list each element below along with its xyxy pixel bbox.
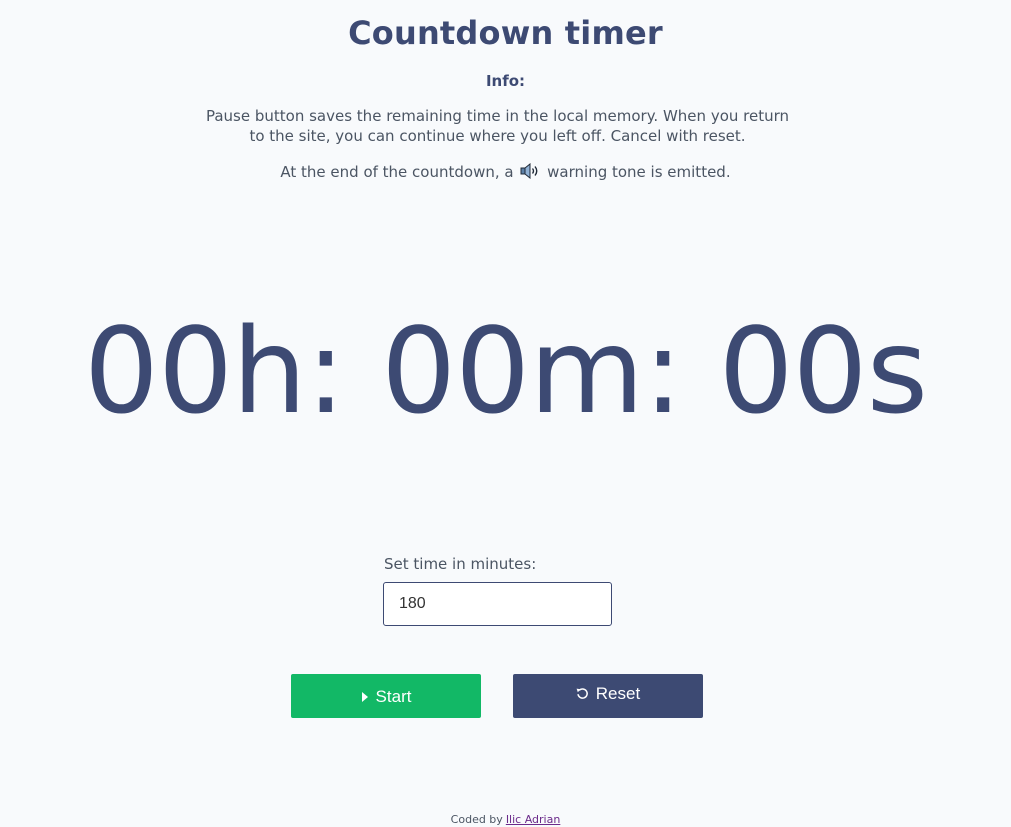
reset-icon — [576, 687, 589, 702]
reset-label: Reset — [595, 684, 641, 703]
start-button[interactable]: Start — [291, 674, 481, 718]
minutes-input[interactable] — [383, 582, 612, 626]
footer: Coded by Ilic Adrian — [0, 813, 1011, 826]
play-icon — [361, 691, 369, 704]
tone-text-after: warning tone is emitted. — [547, 163, 731, 181]
info-heading: Info: — [485, 72, 526, 90]
speaker-icon — [520, 162, 540, 180]
footer-text: Coded by — [450, 813, 503, 826]
info-paragraph: Pause button saves the remaining time in… — [205, 107, 790, 145]
reset-button[interactable]: Reset — [513, 674, 703, 718]
timer-display: 00h: 00m: 00s — [83, 302, 928, 440]
tone-info: At the end of the countdown, a warning t… — [0, 162, 1011, 182]
author-link[interactable]: Ilic Adrian — [506, 813, 561, 826]
tone-text-before: At the end of the countdown, a — [280, 163, 514, 181]
page-title: Countdown timer — [348, 14, 663, 52]
minutes-label: Set time in minutes: — [384, 555, 537, 573]
start-label: Start — [375, 687, 412, 706]
